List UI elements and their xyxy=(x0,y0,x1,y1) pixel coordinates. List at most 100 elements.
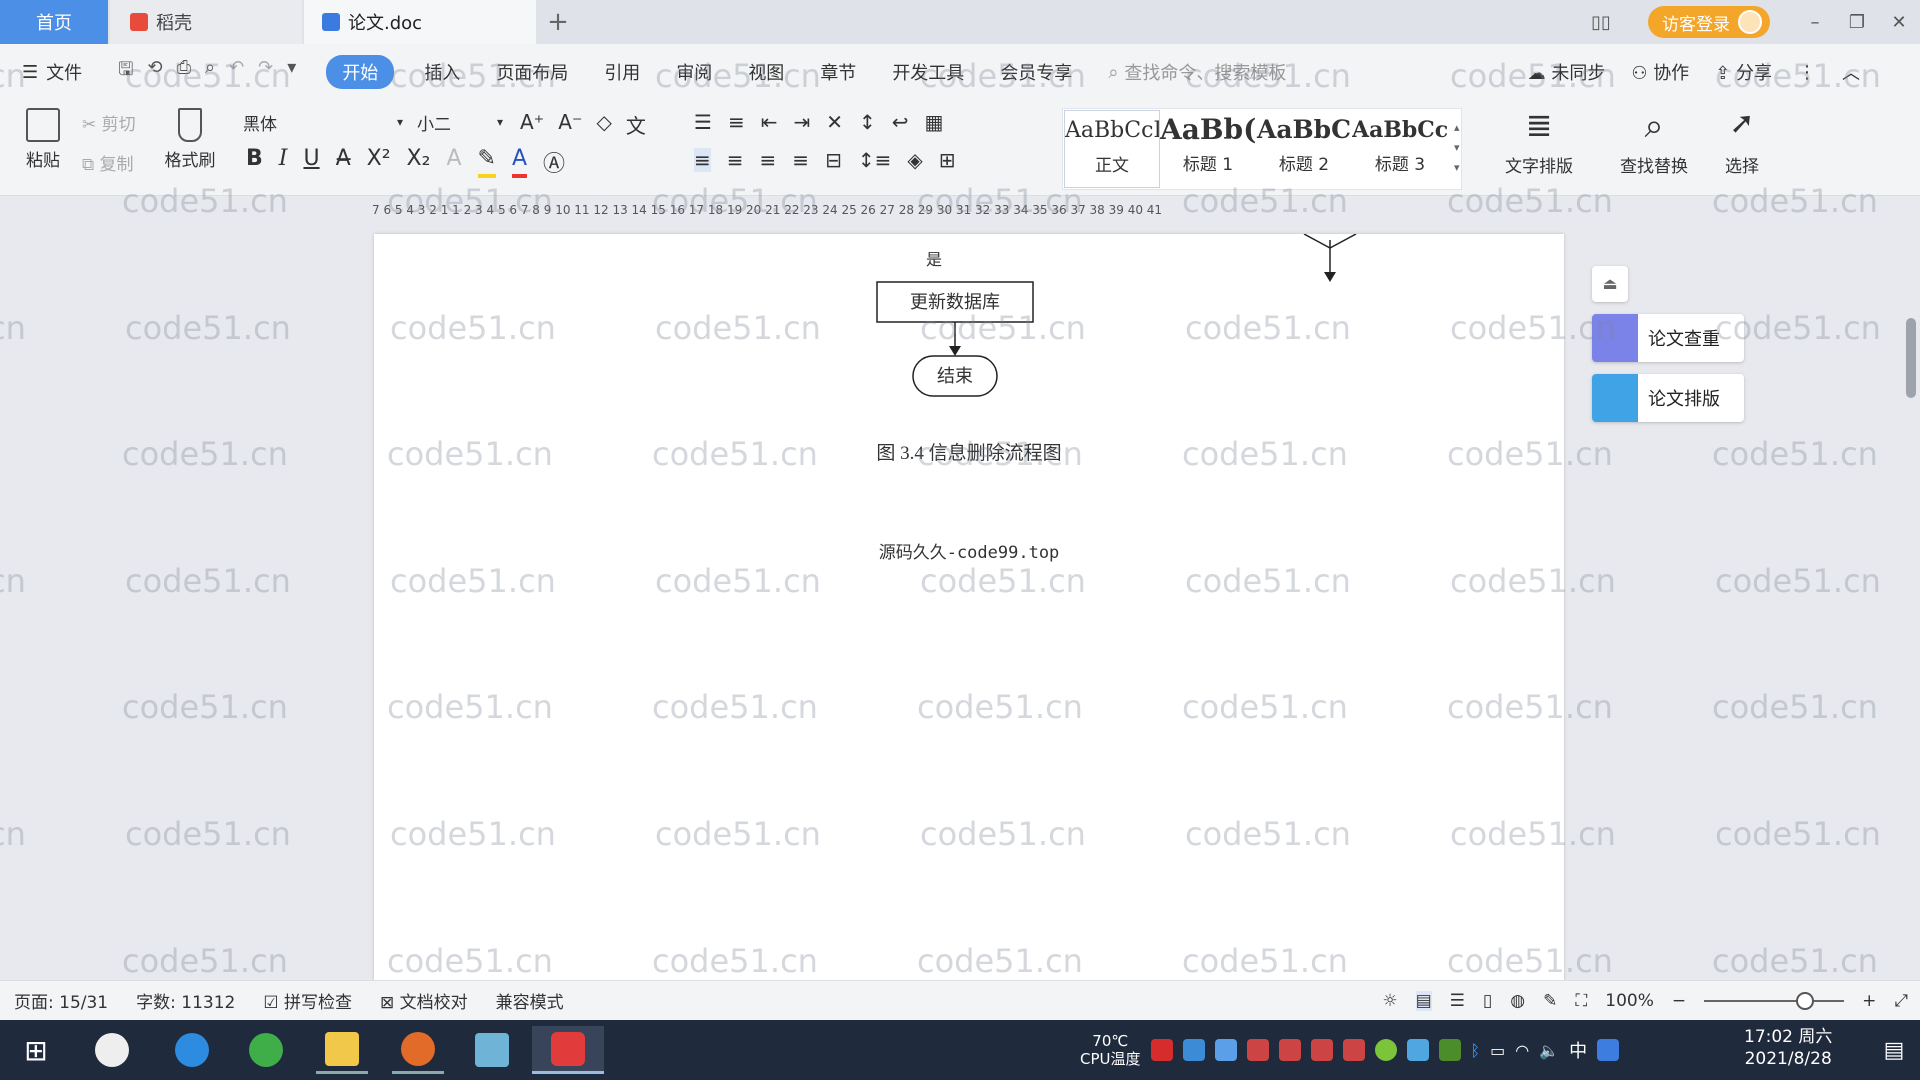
select-button[interactable]: ➚ 选择 xyxy=(1712,106,1772,177)
tray-app-icon[interactable] xyxy=(1150,1039,1173,1061)
wps-app-icon[interactable] xyxy=(532,1026,604,1074)
write-mode-icon[interactable]: ✎ xyxy=(1543,991,1557,1011)
fan-app-icon[interactable] xyxy=(86,1026,138,1074)
menu-view[interactable]: 视图 xyxy=(730,59,802,85)
tab-home[interactable]: 首页 xyxy=(0,0,108,44)
proofread-button[interactable]: ⊠ 文档校对 xyxy=(380,988,468,1013)
qq-icon[interactable] xyxy=(1310,1039,1333,1061)
clear-format-icon[interactable]: ◇ xyxy=(597,110,612,139)
customize-icon[interactable]: ▾ xyxy=(287,57,296,87)
horizontal-ruler[interactable]: 7 6 5 4 3 2 1 1 2 3 4 5 6 7 8 9 10 11 12… xyxy=(0,197,1920,227)
paper-layout-button[interactable]: 论文排版 xyxy=(1592,374,1744,422)
styles-scroll-icon[interactable]: ▴ ▾ ▾ xyxy=(1454,118,1460,178)
word-count[interactable]: 字数: 11312 xyxy=(136,988,235,1013)
file-explorer-icon[interactable] xyxy=(316,1026,368,1074)
numbering-icon[interactable]: ≡ xyxy=(728,110,745,134)
font-color-icon[interactable]: A xyxy=(511,146,527,178)
copy-button[interactable]: ⧉ 复制 xyxy=(82,150,134,175)
superscript-icon[interactable]: X² xyxy=(367,146,391,178)
eye-protect-icon[interactable]: ☼ xyxy=(1382,991,1397,1011)
justify-icon[interactable]: ≡ xyxy=(792,148,809,172)
collaborate-button[interactable]: ⚇ 协作 xyxy=(1631,59,1689,85)
input-method-icon[interactable] xyxy=(1597,1039,1620,1061)
paper-check-button[interactable]: 论文查重 xyxy=(1592,314,1744,362)
ime-indicator[interactable]: 中 xyxy=(1569,1037,1587,1063)
save-icon[interactable]: 🖫 xyxy=(118,57,133,87)
more-icon[interactable]: ⋮ xyxy=(1798,62,1816,83)
print-icon[interactable]: ⎙ xyxy=(177,57,191,87)
distribute-icon[interactable]: ⊟ xyxy=(825,148,842,172)
bold-icon[interactable]: B xyxy=(246,146,263,178)
pinyin-icon[interactable]: 文 xyxy=(626,110,646,139)
font-size-select[interactable]: 小二 ▾ xyxy=(410,108,510,136)
zoom-in-icon[interactable]: + xyxy=(1862,991,1876,1011)
menu-chapter[interactable]: 章节 xyxy=(802,59,874,85)
text-layout-button[interactable]: ≣ 文字排版 xyxy=(1494,106,1584,177)
notes-app-icon[interactable] xyxy=(466,1026,518,1074)
tab-daoke[interactable]: 稻壳 xyxy=(110,0,302,44)
shrink-font-icon[interactable]: A⁻ xyxy=(558,110,582,139)
menu-developer[interactable]: 开发工具 xyxy=(874,59,982,85)
browser-360-icon[interactable] xyxy=(240,1026,292,1074)
table-grid-icon[interactable]: ▦ xyxy=(925,110,944,134)
tray-app-icon[interactable] xyxy=(1406,1039,1429,1061)
chinese-layout-icon[interactable]: ✕ xyxy=(826,110,843,134)
paste-button[interactable]: 粘贴 xyxy=(16,108,70,171)
windows-start-icon[interactable]: ⊞ xyxy=(10,1026,62,1074)
unsynced-button[interactable]: ☁ 未同步 xyxy=(1528,59,1606,85)
page-count[interactable]: 页面: 15/31 xyxy=(14,988,108,1013)
close-button[interactable]: ✕ xyxy=(1878,12,1920,33)
shading-icon[interactable]: ◈ xyxy=(907,148,922,172)
shield-icon[interactable] xyxy=(1214,1039,1237,1061)
find-replace-button[interactable]: ⌕ 查找替换 xyxy=(1606,106,1702,177)
align-right-icon[interactable]: ≡ xyxy=(760,148,777,172)
menu-page-layout[interactable]: 页面布局 xyxy=(478,59,586,85)
restore-button[interactable]: ❐ xyxy=(1836,12,1878,33)
nvidia-icon[interactable] xyxy=(1438,1039,1461,1061)
line-spacing-icon[interactable]: ↕≡ xyxy=(858,148,892,172)
text-effect-icon[interactable]: A xyxy=(446,146,461,178)
new-tab-button[interactable]: + xyxy=(544,0,572,44)
share-button[interactable]: ⇪ 分享 xyxy=(1715,59,1772,85)
font-name-select[interactable]: 黑体 ▾ xyxy=(236,108,410,136)
fullscreen-icon[interactable]: ⤢ xyxy=(1894,991,1908,1011)
show-marks-icon[interactable]: ↩ xyxy=(892,110,909,134)
italic-icon[interactable]: I xyxy=(279,146,288,178)
page-view-icon[interactable]: ▤ xyxy=(1415,991,1432,1011)
bluetooth-icon[interactable]: ᛒ xyxy=(1471,1041,1481,1060)
style-normal[interactable]: AaBbCcI 正文 xyxy=(1064,110,1160,188)
notification-center-icon[interactable]: ▤ xyxy=(1868,1026,1920,1074)
menu-references[interactable]: 引用 xyxy=(586,59,658,85)
zoom-slider[interactable] xyxy=(1704,992,1845,1010)
style-heading-2[interactable]: AaBbC 标题 2 xyxy=(1256,110,1352,188)
zoom-level[interactable]: 100% xyxy=(1605,991,1654,1011)
tray-app-icon[interactable] xyxy=(1182,1039,1205,1061)
qq-icon[interactable] xyxy=(1246,1039,1269,1061)
reading-view-icon[interactable]: ▯ xyxy=(1483,991,1492,1011)
zoom-slider-knob[interactable] xyxy=(1796,992,1815,1010)
redo-icon[interactable]: ↷ xyxy=(258,57,273,87)
zoom-out-icon[interactable]: − xyxy=(1672,991,1686,1011)
reading-mode-icon[interactable]: ▯▯ xyxy=(1580,12,1622,33)
qq-icon[interactable] xyxy=(1342,1039,1365,1061)
menu-start[interactable]: 开始 xyxy=(326,55,395,89)
increase-indent-icon[interactable]: ⇥ xyxy=(793,110,810,134)
menu-review[interactable]: 审阅 xyxy=(658,59,730,85)
menu-insert[interactable]: 插入 xyxy=(406,59,478,85)
format-painter-button[interactable]: 格式刷 xyxy=(160,108,220,171)
cut-button[interactable]: ✂ 剪切 xyxy=(82,110,136,135)
battery-icon[interactable]: ▭ xyxy=(1490,1041,1505,1060)
document-page[interactable]: 是 更新数据库 结束 图 3.4 信息删除流程图 源码久久-code99.top xyxy=(374,234,1564,980)
qq-icon[interactable] xyxy=(1278,1039,1301,1061)
spell-check-button[interactable]: ☑ 拼写检查 xyxy=(263,988,352,1013)
search-command-input[interactable]: ⌕ 查找命令、搜索模板 xyxy=(1108,59,1286,85)
cpu-temp-widget[interactable]: 70℃ CPU温度 xyxy=(1080,1032,1141,1068)
highlight-icon[interactable]: ✎ xyxy=(477,146,496,178)
tray-plus-icon[interactable] xyxy=(1374,1039,1397,1061)
volume-icon[interactable]: 🔈 xyxy=(1539,1041,1559,1060)
fit-page-icon[interactable]: ⛶ xyxy=(1575,991,1587,1011)
tab-document[interactable]: 论文.doc xyxy=(304,0,536,44)
file-menu[interactable]: ☰ 文件 xyxy=(0,59,100,85)
char-border-icon[interactable]: Ⓐ xyxy=(543,146,565,178)
style-heading-3[interactable]: AaBbCcl 标题 3 xyxy=(1352,110,1448,188)
